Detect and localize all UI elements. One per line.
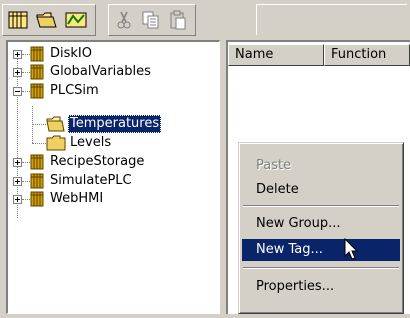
menu-item-new-group[interactable]: New Group... — [242, 213, 400, 235]
menu-item-paste[interactable]: Paste — [242, 155, 400, 177]
toolbar-empty-area — [256, 4, 407, 35]
copy-button[interactable] — [138, 7, 164, 33]
toolbar-group-edit — [108, 4, 196, 36]
tree-connector — [32, 143, 46, 144]
tree-connector — [22, 91, 30, 92]
tag-browser-window: DiskIO GlobalVariables PLCSim Temperatur… — [0, 0, 410, 318]
cut-icon — [115, 10, 133, 30]
tag-database-icon — [8, 11, 28, 29]
column-header-function[interactable]: Function — [324, 44, 410, 66]
expand-simulateplc[interactable] — [13, 177, 22, 186]
expand-webhmi[interactable] — [13, 195, 22, 204]
menu-item-delete[interactable]: Delete — [242, 179, 400, 201]
tag-db-icon — [30, 173, 44, 193]
tree-connector — [22, 199, 30, 200]
collapse-plcsim[interactable] — [13, 87, 22, 96]
tag-db-icon — [30, 64, 44, 84]
tag-db-icon — [30, 83, 44, 103]
tree-connector — [22, 181, 30, 182]
context-menu: Paste Delete New Group... New Tag... Pro… — [238, 142, 404, 314]
tree-item-webhmi[interactable]: WebHMI — [48, 190, 105, 208]
tree-connector — [32, 124, 46, 125]
menu-item-new-tag[interactable]: New Tag... — [242, 239, 400, 261]
tree-connector — [17, 54, 18, 218]
open-folder-icon — [36, 11, 58, 29]
tree-item-simulateplc[interactable]: SimulatePLC — [48, 172, 134, 190]
expand-diskio[interactable] — [13, 50, 22, 59]
copy-icon — [141, 10, 161, 30]
tag-db-icon — [30, 191, 44, 211]
mouse-pointer-icon — [344, 237, 360, 266]
cut-button[interactable] — [111, 7, 137, 33]
tree-item-diskio[interactable]: DiskIO — [48, 45, 94, 63]
new-database-button[interactable] — [5, 7, 31, 33]
tag-db-icon — [30, 154, 44, 174]
expand-recipestorage[interactable] — [13, 158, 22, 167]
tag-db-icon — [30, 46, 44, 66]
folder-icon — [46, 135, 66, 155]
menu-separator — [243, 267, 399, 269]
column-header-name[interactable]: Name — [228, 44, 324, 66]
tag-tree[interactable]: DiskIO GlobalVariables PLCSim Temperatur… — [6, 40, 220, 314]
menu-separator — [243, 205, 399, 207]
tree-item-levels[interactable]: Levels — [68, 134, 113, 152]
trend-chart-icon — [65, 11, 87, 29]
tree-connector — [22, 72, 30, 73]
tree-item-temperatures[interactable]: Temperatures — [68, 115, 162, 133]
tree-item-plcsim[interactable]: PLCSim — [48, 82, 101, 100]
trend-button[interactable] — [63, 7, 89, 33]
expand-globalvariables[interactable] — [13, 68, 22, 77]
open-folder-icon — [46, 116, 66, 136]
tree-item-globalvariables[interactable]: GlobalVariables — [48, 63, 153, 81]
toolbar-group-main — [2, 4, 96, 36]
tree-item-recipestorage[interactable]: RecipeStorage — [48, 153, 146, 171]
tree-connector — [22, 54, 30, 55]
open-folder-button[interactable] — [34, 7, 60, 33]
paste-button[interactable] — [165, 7, 191, 33]
paste-icon — [168, 10, 188, 30]
tree-connector — [22, 162, 30, 163]
toolbar — [0, 0, 410, 40]
menu-item-properties[interactable]: Properties... — [242, 276, 400, 298]
